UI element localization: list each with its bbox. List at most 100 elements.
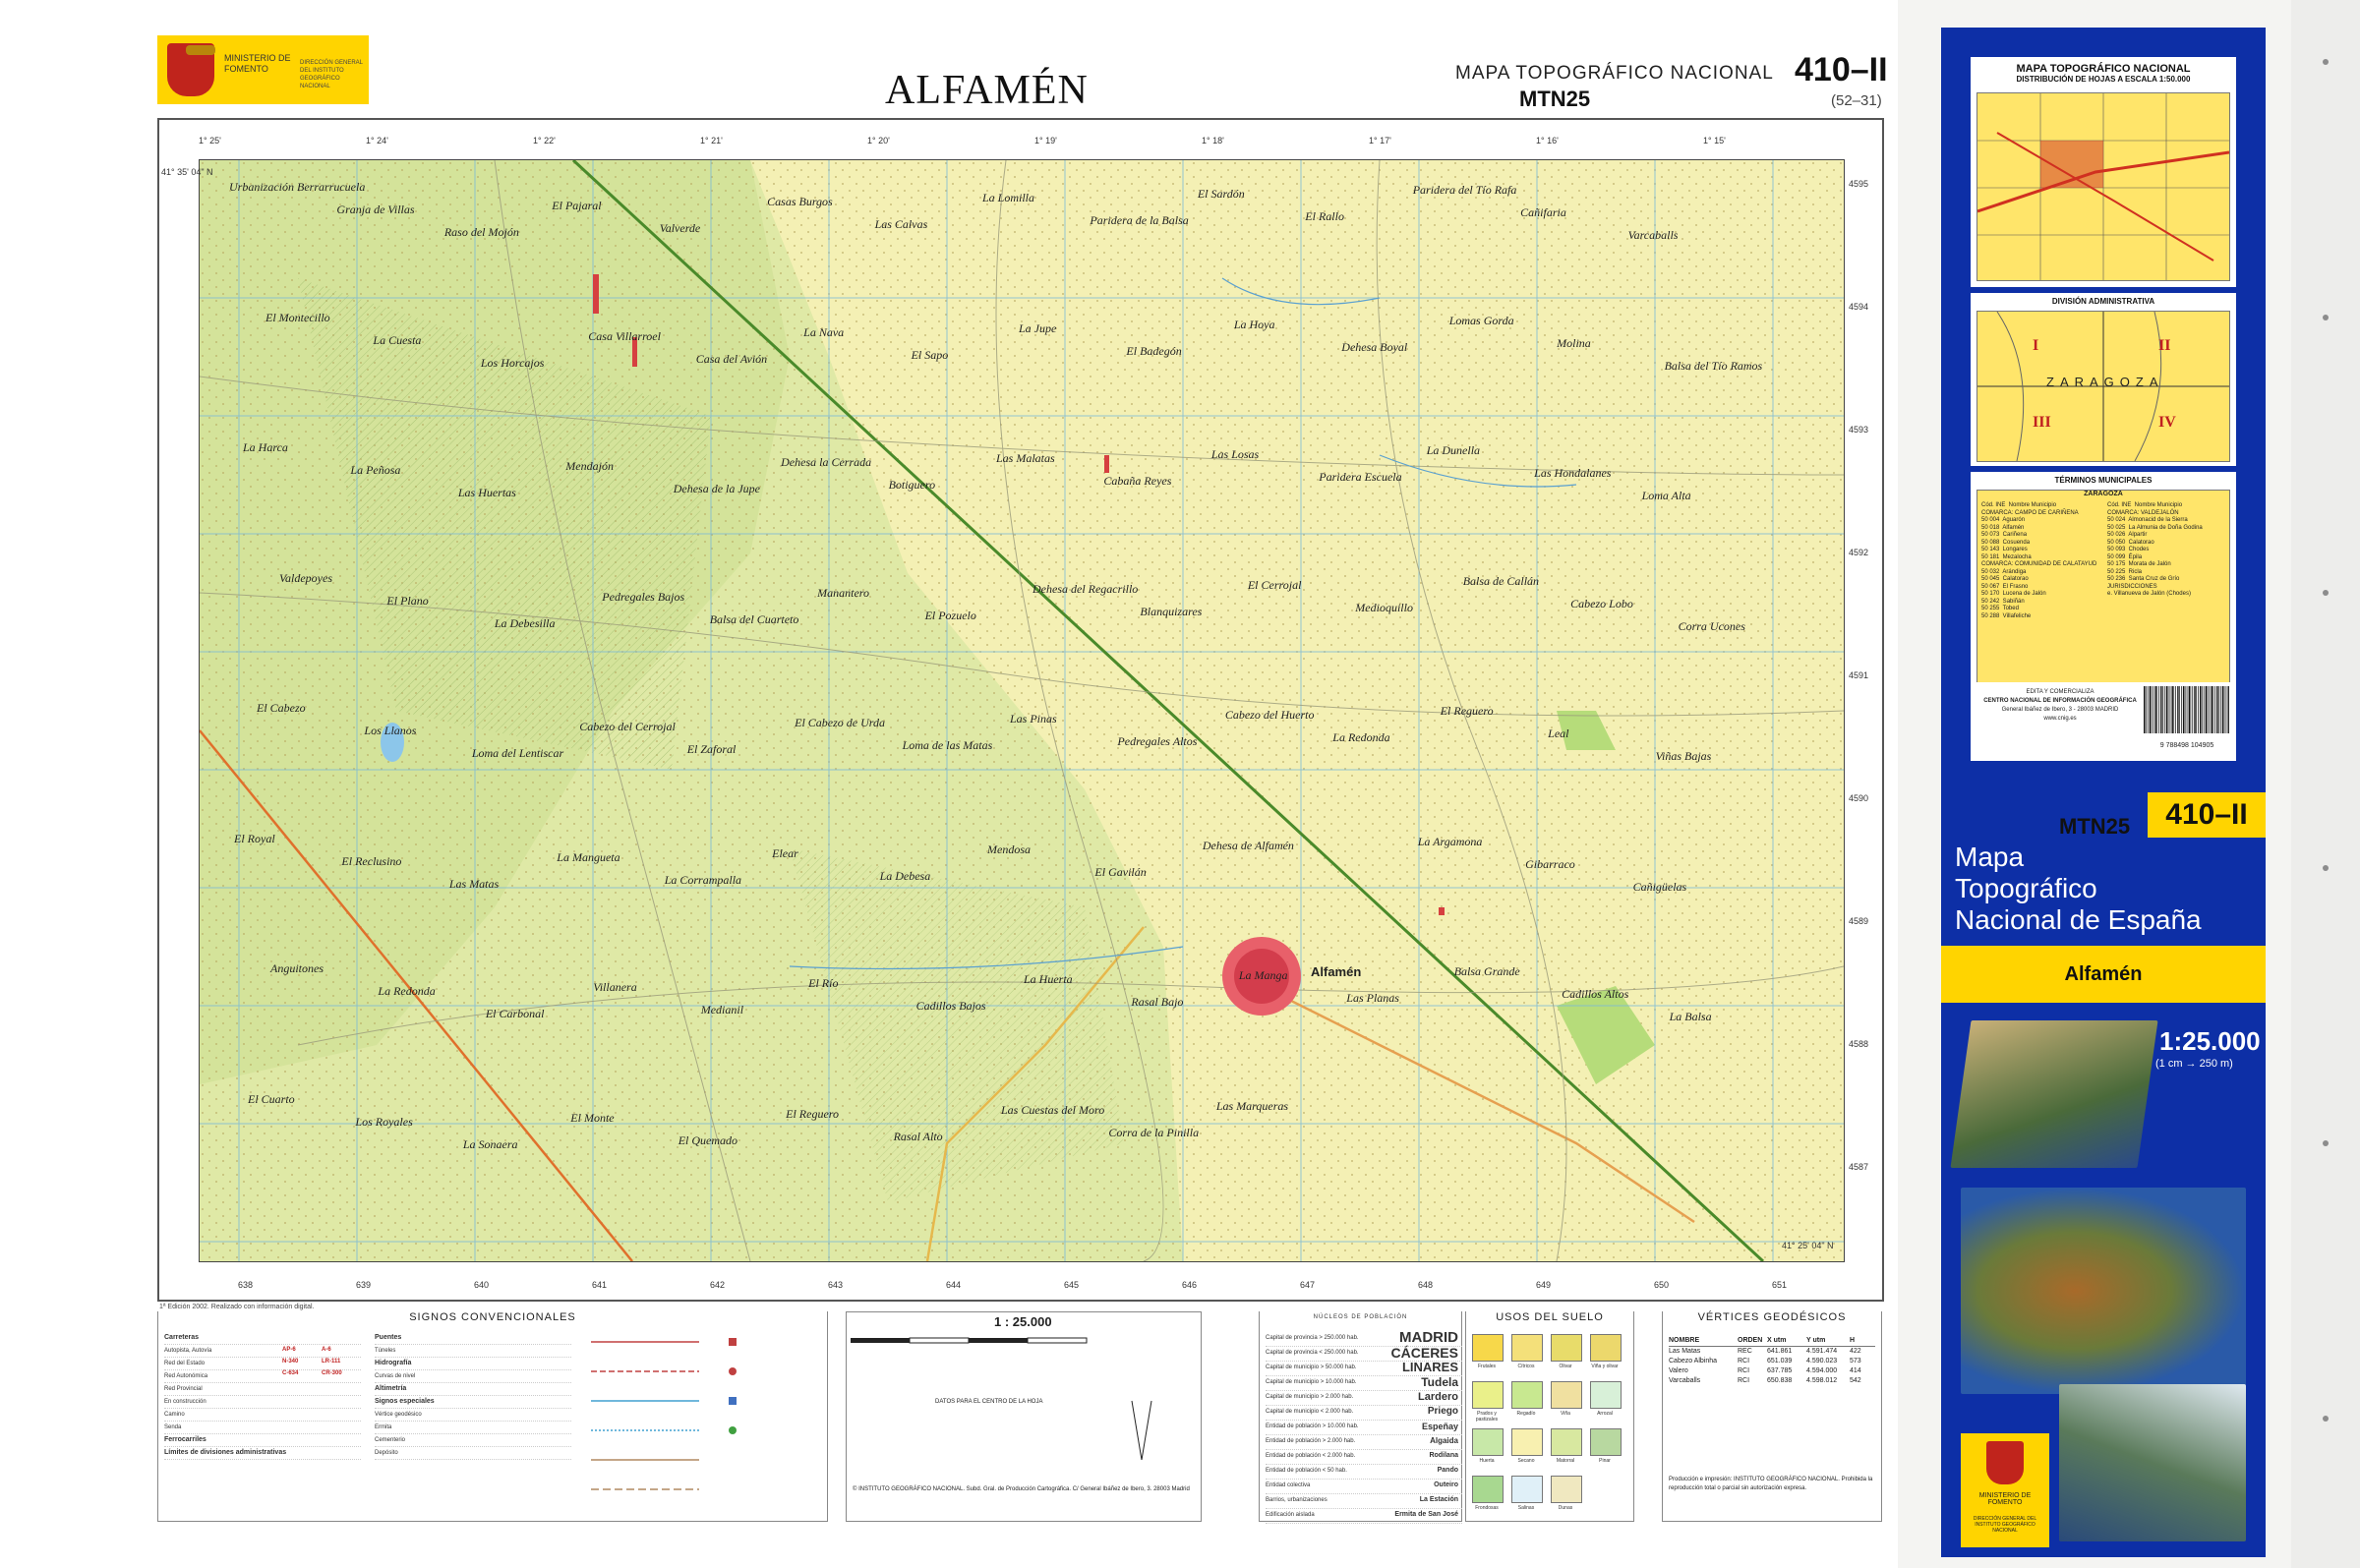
pin-hole — [2323, 590, 2329, 596]
legend-symbols — [591, 1338, 737, 1490]
nucleo-example: Ermita de San José — [1394, 1511, 1458, 1518]
land-use-label: Regadío — [1516, 1411, 1536, 1417]
place-label: Casa Villarroel — [588, 328, 661, 343]
scale-bar — [851, 1337, 1088, 1344]
legend-row: Puentes — [375, 1332, 571, 1345]
place-label: El Reguero — [1440, 704, 1494, 718]
legend-vertices: VÉRTICES GEODÉSICOS NOMBRE ORDEN X utm Y ut… — [1662, 1311, 1882, 1522]
cover-title-line3: Nacional de España — [1955, 904, 2202, 935]
place-label: La Mangueta — [557, 849, 620, 864]
series-code: MTN25 — [1519, 87, 1591, 111]
pin-hole — [2323, 1140, 2329, 1146]
road-code-label: LR-111 — [322, 1359, 341, 1365]
place-label: La Debesa — [879, 868, 931, 883]
place-label: Cañifaria — [1520, 205, 1566, 219]
place-label: Villanera — [593, 980, 637, 994]
place-label: Valdepoyes — [279, 570, 332, 585]
place-label: La Argamona — [1417, 834, 1483, 848]
place-label: El Sapo — [911, 347, 949, 362]
publisher-line: General Ibáñez de Ibero, 3 - 28003 MADRI… — [2001, 707, 2119, 713]
place-label: Balsa de Callán — [1462, 573, 1540, 588]
place-label: Las Pinas — [1010, 712, 1057, 726]
nucleo-label: Capital de municipio < 2.000 hab. — [1266, 1409, 1354, 1415]
nucleo-label: Capital de municipio > 2.000 hab. — [1266, 1394, 1354, 1400]
legend-row: Ermita — [375, 1422, 571, 1434]
land-use-swatch — [1511, 1428, 1543, 1456]
vertex-row: NOMBRE ORDEN X utm Y utm H — [1669, 1336, 1875, 1347]
place-label: Las Hondalanes — [1534, 466, 1612, 480]
background-strip — [2291, 0, 2360, 1568]
place-label: El Cerrojal — [1247, 577, 1302, 592]
coordinate-label: 1° 19' — [1034, 136, 1057, 145]
place-label: Granja de Villas — [336, 203, 415, 216]
place-label: Cabaña Reyes — [1103, 474, 1172, 488]
coordinate-label: 4589 — [1849, 916, 1869, 926]
vertex-cell: 4.598.012 — [1806, 1377, 1838, 1384]
publisher-line: CENTRO NACIONAL DE INFORMACIÓN GEOGRÁFIC… — [1983, 698, 2137, 704]
land-use-label: Frutales — [1477, 1364, 1497, 1369]
municipalities-left: Cód. INE Nombre Municipio COMARCA: CAMPO… — [1981, 502, 2097, 619]
land-use-swatch — [1590, 1381, 1622, 1409]
coordinate-label: 647 — [1300, 1280, 1316, 1290]
vertex-cell: Valero — [1669, 1367, 1688, 1374]
legend-row: Límites de divisiones administrativas — [164, 1447, 361, 1460]
coordinate-label: 638 — [238, 1280, 254, 1290]
place-label: Medianil — [700, 1003, 744, 1016]
place-label: La Lomilla — [982, 191, 1035, 204]
nucleo-example: Pando — [1437, 1467, 1458, 1474]
place-label: El Rallo — [1305, 209, 1344, 223]
imprint-note: © INSTITUTO GEOGRÁFICO NACIONAL. Subd. G… — [853, 1486, 1190, 1492]
place-label: Cañigüelas — [1632, 879, 1687, 894]
vertex-cell: ORDEN — [1738, 1337, 1763, 1344]
vertex-row: Valero RCI 637.785 4.594.000 414 — [1669, 1366, 1875, 1376]
nucleo-label: Capital de municipio > 50.000 hab. — [1266, 1365, 1357, 1370]
place-label: Paridera de la Balsa — [1090, 213, 1189, 227]
place-label: El Pajaral — [552, 199, 602, 212]
nucleo-example: Espeñay — [1421, 1422, 1458, 1431]
place-label: El Cabezo — [257, 701, 306, 715]
place-label: Las Calvas — [874, 217, 928, 231]
vertex-cell: 573 — [1850, 1358, 1861, 1365]
coordinate-label: 4590 — [1849, 793, 1869, 803]
legend-row: Altimetría — [375, 1383, 571, 1396]
legend-row: Cementerio — [375, 1434, 571, 1447]
nucleo-row: Edificación aislada Ermita de San José — [1266, 1509, 1462, 1524]
road-code-label: A-6 — [322, 1347, 331, 1353]
place-label: La Nava — [803, 324, 845, 339]
place-label: Elear — [772, 845, 798, 860]
place-label: El Reguero — [786, 1106, 840, 1121]
land-use-label: Huerta — [1479, 1458, 1495, 1464]
place-label: El Plano — [386, 593, 429, 608]
nucleo-row: Entidad de población > 10.000 hab. Espeña… — [1266, 1421, 1462, 1435]
place-label: Raso del Mojón — [443, 225, 519, 239]
legend-row: Signos especiales — [375, 1396, 571, 1409]
place-label: Varcaballs — [1627, 228, 1679, 242]
place-label: El Río — [808, 976, 839, 990]
nucleo-example: LINARES — [1401, 1360, 1458, 1374]
place-label: Alfamén — [1311, 964, 1362, 979]
cover-scale: 1:25.000 — [2159, 1026, 2261, 1056]
map-area[interactable]: Urbanización Berrarrucuela Granja de Vill… — [199, 159, 1845, 1262]
land-use-label: Secano — [1517, 1458, 1535, 1464]
legend-nucleos-title: NÚCLEOS DE POBLACIÓN — [1260, 1311, 1461, 1324]
nucleo-row: Entidad de población < 2.000 hab. Rodilan… — [1266, 1450, 1462, 1465]
legend-scale: 1 : 25.000 DATOS PARA EL CENTRO DE LA HO… — [846, 1311, 1202, 1522]
land-use-swatch — [1472, 1428, 1504, 1456]
vertex-cell: RCI — [1738, 1367, 1750, 1374]
land-use-label: Pinar — [1599, 1458, 1611, 1464]
landscape-photo — [2059, 1384, 2246, 1541]
cover-scale-equivalence: (1 cm → 250 m) — [2155, 1058, 2233, 1070]
land-use-swatch — [1551, 1428, 1582, 1456]
place-label: La Dunella — [1426, 443, 1481, 457]
coordinate-label: 1° 25' — [199, 136, 221, 145]
nucleo-label: Entidad de población < 50 hab. — [1266, 1468, 1347, 1474]
nucleo-label: Entidad de población > 10.000 hab. — [1266, 1423, 1359, 1429]
place-label: Corra Ucones — [1678, 618, 1745, 633]
place-label: Dehesa de Alfamén — [1202, 838, 1294, 852]
vertex-cell: 650.838 — [1767, 1377, 1793, 1384]
nucleo-label: Entidad de población < 2.000 hab. — [1266, 1453, 1356, 1459]
place-label: Los Llanos — [364, 724, 417, 737]
ministry-subtitle: DIRECCIÓN GENERAL DEL INSTITUTO GEOGRÁFI… — [300, 60, 363, 89]
place-label: Urbanización Berrarrucuela — [229, 180, 366, 194]
coordinate-label: 4591 — [1849, 670, 1869, 680]
